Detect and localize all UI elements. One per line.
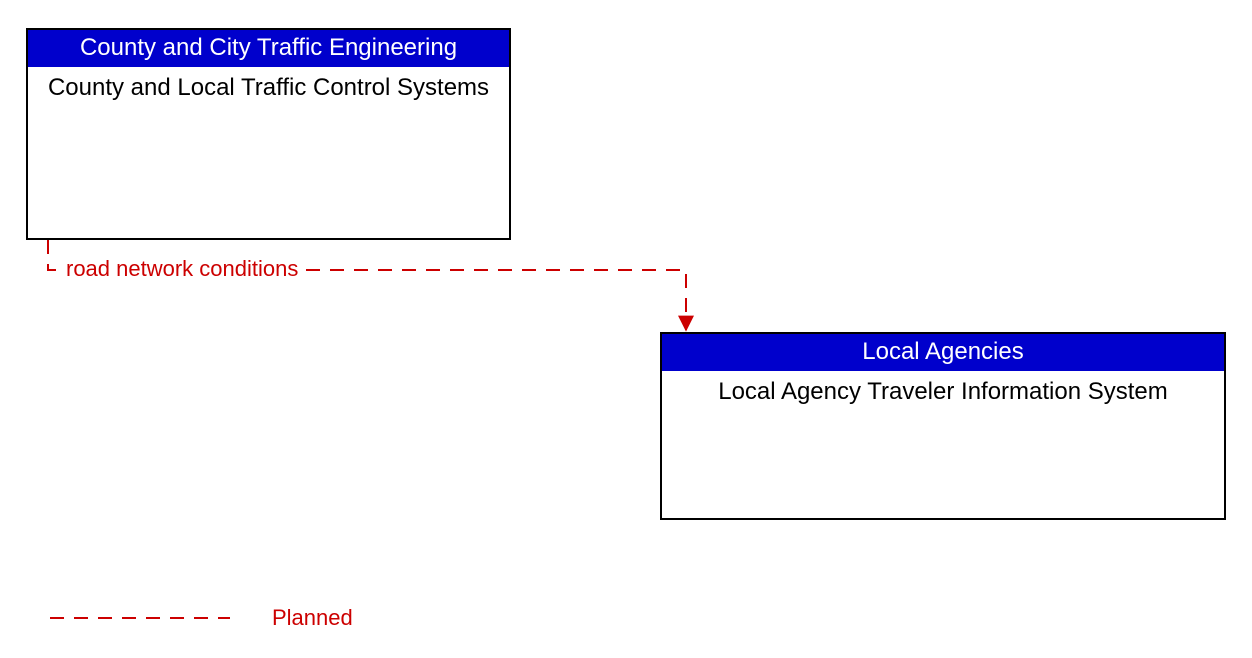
entity-box-local-agency-traveler-info: Local Agencies Local Agency Traveler Inf… — [660, 332, 1226, 520]
entity-box-body: County and Local Traffic Control Systems — [28, 67, 509, 111]
flow-label-road-network-conditions: road network conditions — [62, 256, 302, 282]
entity-box-county-local-traffic-control: County and City Traffic Engineering Coun… — [26, 28, 511, 240]
entity-box-body: Local Agency Traveler Information System — [662, 371, 1224, 415]
entity-box-header: County and City Traffic Engineering — [28, 30, 509, 67]
flow-road-network-conditions-path — [48, 240, 686, 330]
legend-label-planned: Planned — [272, 605, 353, 631]
entity-box-header: Local Agencies — [662, 334, 1224, 371]
